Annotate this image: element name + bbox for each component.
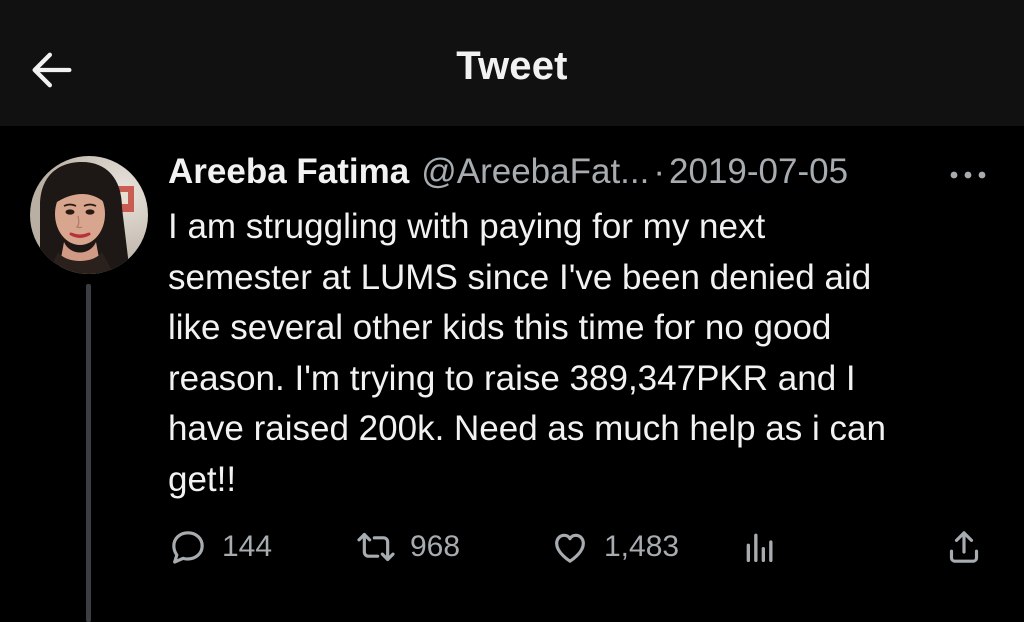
thread-line	[86, 284, 91, 622]
retweet-count: 968	[410, 530, 461, 563]
retweet-button[interactable]: 968	[356, 522, 460, 572]
tweet-header: Areeba Fatima @AreebaFat... · 2019-07-05	[168, 152, 848, 198]
retweet-icon	[357, 532, 395, 562]
profile-photo	[30, 156, 148, 274]
top-bar: Tweet	[0, 0, 1024, 126]
header-separator: ·	[653, 152, 666, 191]
analytics-icon	[746, 533, 773, 562]
more-button[interactable]	[944, 160, 992, 190]
views-button[interactable]	[740, 522, 780, 572]
avatar[interactable]	[30, 156, 148, 274]
more-horizontal-icon	[950, 171, 986, 179]
share-icon	[949, 531, 979, 563]
reply-count: 144	[222, 530, 273, 563]
heart-icon	[555, 533, 585, 563]
author-display-name[interactable]: Areeba Fatima	[168, 152, 409, 192]
reply-button[interactable]: 144	[168, 522, 272, 572]
like-button[interactable]: 1,483	[550, 522, 679, 572]
page-title: Tweet	[456, 44, 568, 88]
share-button[interactable]	[944, 522, 984, 572]
tweet-actions: 144 968 1,483	[168, 522, 998, 572]
tweet-text: I am struggling with paying for my next …	[168, 207, 886, 499]
like-count: 1,483	[604, 530, 680, 563]
author-handle[interactable]: @AreebaFat...	[421, 152, 649, 192]
reply-icon	[172, 531, 204, 564]
tweet-date[interactable]: 2019-07-05	[669, 152, 848, 192]
